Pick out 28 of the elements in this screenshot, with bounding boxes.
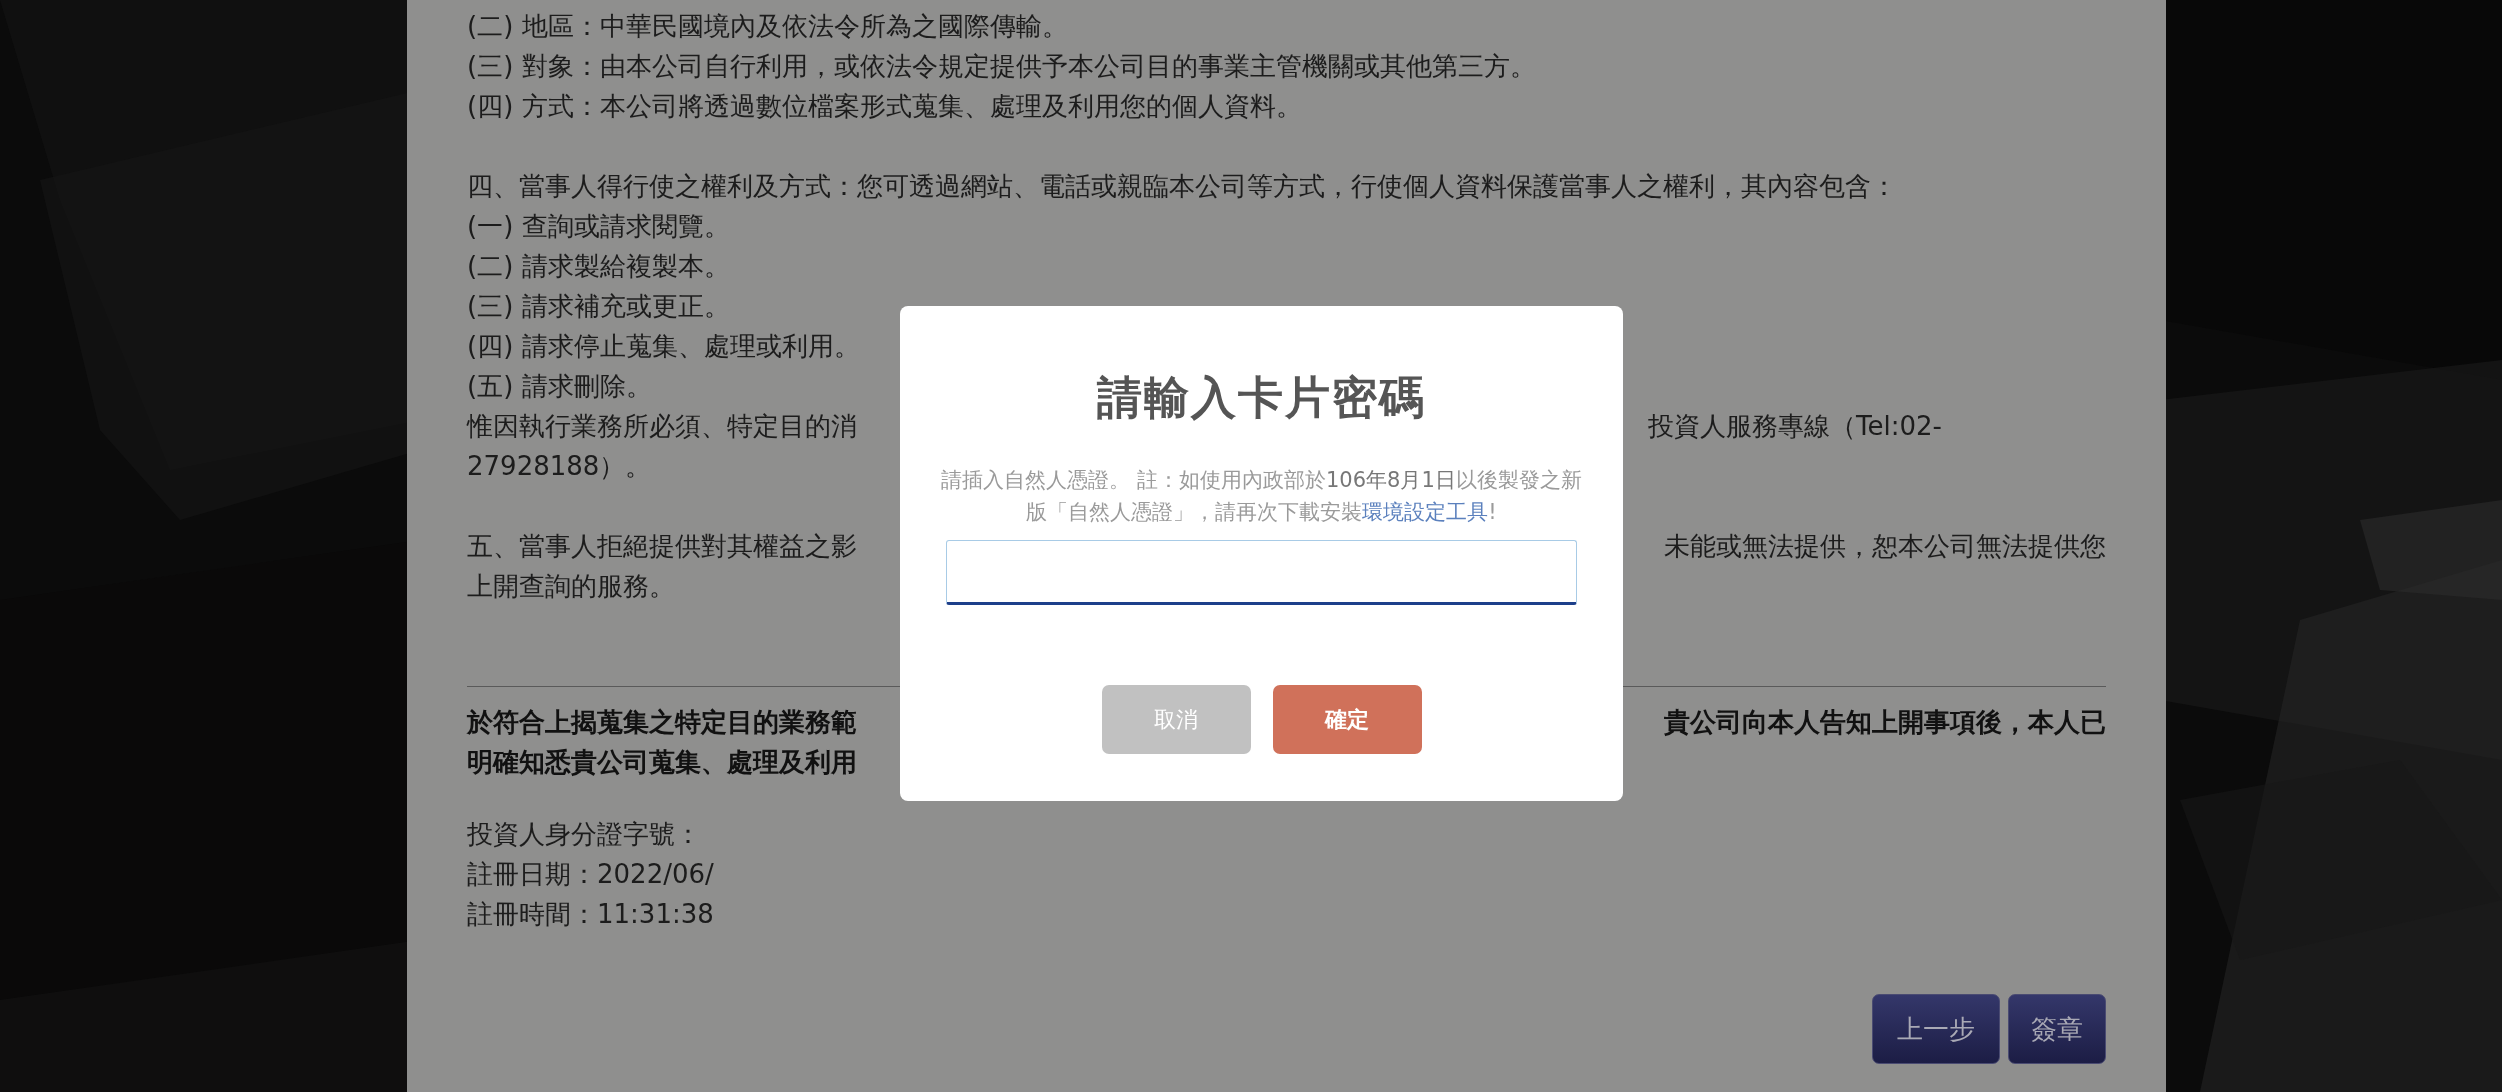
body-text: 五、當事人拒絕提供對其權益之影 — [467, 530, 857, 563]
consent-text: 貴公司向本人告知上開事項後，本人已 — [1664, 706, 2106, 739]
note-text: 請插入自然人憑證。 註：如使用內政部於106年8月1日以後製發之新版「自然人憑證」，請再次下載安裝環境設定工具! — [940, 467, 1583, 526]
body-text: 上開查詢的服務。 — [467, 571, 675, 601]
sign-button[interactable]: 簽章 — [2008, 994, 2106, 1064]
body-text: 惟因執行業務所必須、特定目的消 — [467, 410, 857, 443]
body-text: (二) 請求製給複製本。 — [467, 251, 730, 281]
password-field[interactable] — [946, 540, 1577, 605]
link[interactable]: 環境設定工具 — [1362, 500, 1489, 524]
body-text: (三) 請求補充或更正。 — [467, 291, 730, 321]
registration-text: 註冊日期：2022/06/ — [467, 859, 714, 889]
body-text: 未能或無法提供，恕本公司無法提供您 — [1664, 530, 2106, 563]
body-text: (四) 請求停止蒐集、處理或利用。 — [467, 331, 860, 361]
body-text: 四、當事人得行使之權利及方式：您可透過網站、電話或親臨本公司等方式，行使個人資料保護當事人之權利，其內容包含： — [467, 171, 1897, 201]
back-button[interactable]: 上一步 — [1872, 994, 2000, 1064]
body-text: (二) 地區：中華民國境內及依法令所為之國際傳輸。 — [467, 11, 1068, 41]
consent-text: 明確知悉貴公司蒐集、處理及利用 — [467, 746, 857, 779]
body-text: (三) 對象：由本公司自行利用，或依法令規定提供予本公司目的事業主管機關或其他第三方。 — [467, 51, 1536, 81]
body-text: (一) 查詢或請求閱覽。 — [467, 211, 730, 241]
confirm-button[interactable]: 確定 — [1272, 685, 1422, 754]
registration-text: 投資人身分證字號： — [467, 819, 701, 849]
body-text: 27928188）。 — [467, 451, 652, 481]
registration-text: 註冊時間：11:31:38 — [467, 899, 714, 929]
body-text: (四) 方式：本公司將透過數位檔案形式蒐集、處理及利用您的個人資料。 — [467, 91, 1302, 121]
consent-text: 於符合上揭蒐集之特定目的業務範 — [467, 706, 857, 739]
body-text: (五) 請求刪除。 — [467, 371, 652, 401]
body-text: 投資人服務專線（Tel:02- — [1648, 410, 1942, 443]
dialog-title: 請輸入卡片密碼 — [1097, 372, 1426, 424]
